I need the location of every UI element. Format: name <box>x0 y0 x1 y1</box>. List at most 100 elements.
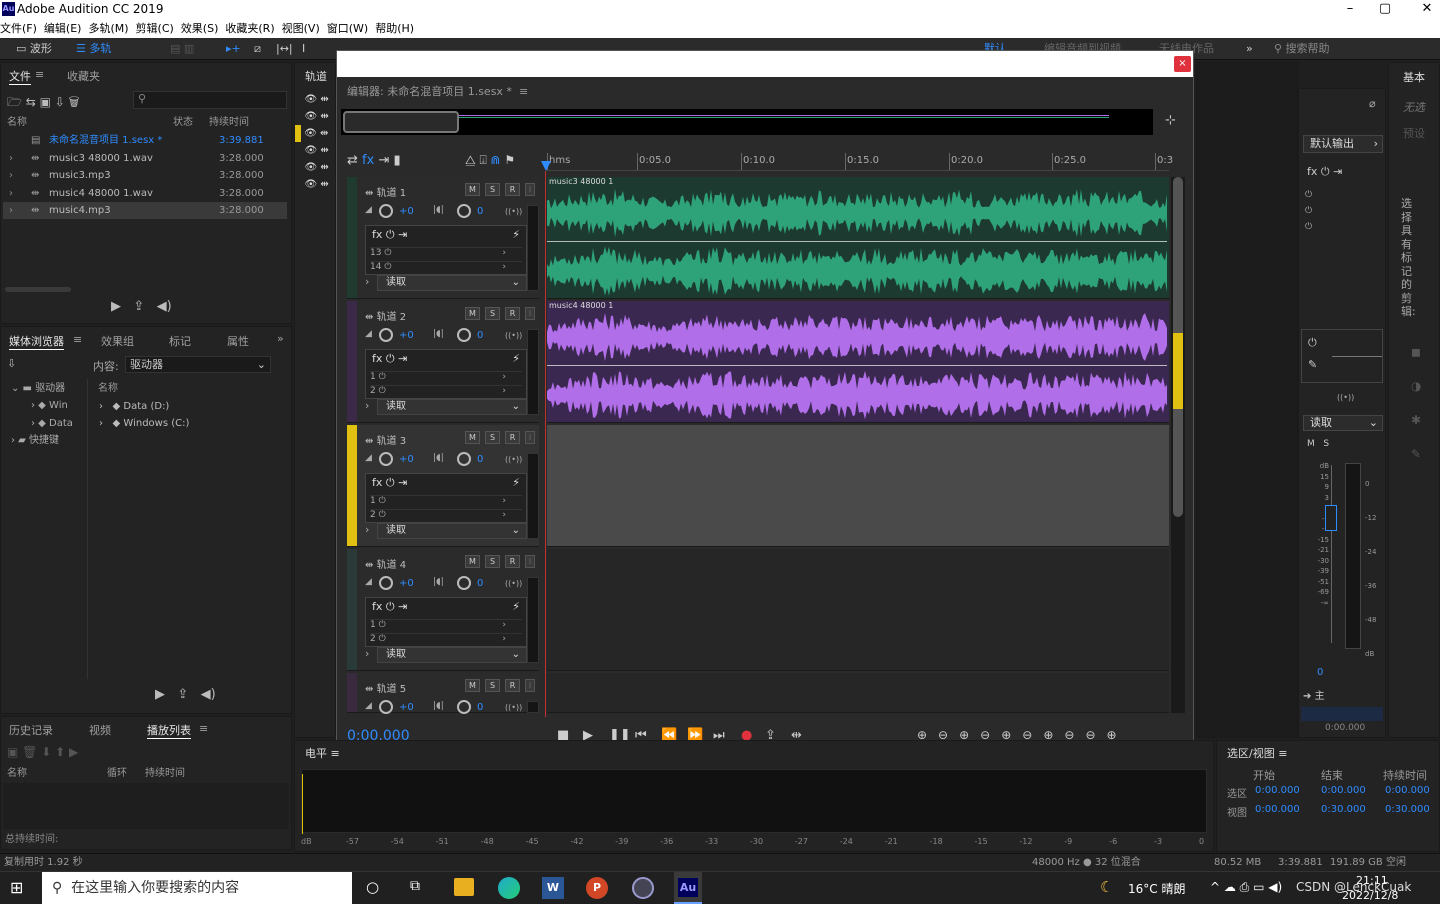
spectral-icon[interactable]: ▤ ▥ <box>166 40 198 58</box>
file-row[interactable]: › ⇹ music3 48000 1.wav 3:28.000 <box>3 150 287 167</box>
tab-favorites[interactable]: 收藏夹 <box>67 68 100 84</box>
sel-duration[interactable]: 0:00.000 <box>1385 785 1430 796</box>
record-arm-button[interactable]: R <box>505 679 520 692</box>
col-duration[interactable]: 持续时间 <box>209 114 249 131</box>
side-icons[interactable]: ◼ ◑ ✱ ✎ <box>1411 335 1421 471</box>
chevron-right-icon[interactable]: › <box>365 275 369 288</box>
col-name[interactable]: 名称 <box>98 380 118 397</box>
divider[interactable] <box>87 379 93 679</box>
track-lane[interactable]: music4 48000 1 <box>547 301 1169 423</box>
pan-knob[interactable] <box>457 328 471 342</box>
waveform[interactable] <box>547 311 1167 363</box>
mute-button[interactable]: M <box>465 307 480 320</box>
mute-button[interactable]: M <box>465 679 480 692</box>
sel-start[interactable]: 0:00.000 <box>1255 785 1300 796</box>
playback-controls[interactable]: ▶ ⇪ ◀) <box>111 299 172 314</box>
track-vis-4[interactable]: 👁 ⇹ <box>295 142 335 159</box>
app-icon[interactable] <box>632 877 654 899</box>
volume-knob[interactable] <box>379 700 393 714</box>
volume-value[interactable]: +0 <box>399 578 414 589</box>
track-lane[interactable] <box>547 673 1169 713</box>
track-header[interactable]: ⇹ 轨道 5 M S R I ◢ +0 |◖| 0 ((•)) <box>347 673 539 714</box>
track-header[interactable]: ⇹ 轨道 4 M S R I ◢ +0 |◖| 0 ((•)) fx ⏻ ⇥ ⚡… <box>347 549 539 671</box>
automation-mode-select[interactable]: 读取 ⌄ <box>1303 415 1383 431</box>
clock-time[interactable]: 21:11 <box>1356 874 1388 887</box>
tab-media-browser[interactable]: 媒体浏览器 <box>9 333 64 350</box>
drive-c[interactable]: › ◆ Windows (C:) <box>99 415 189 432</box>
track-visibility-list[interactable]: 👁 ⇹ 👁 ⇹ 👁 ⇹ 👁 ⇹ 👁 ⇹ 👁 ⇹ <box>295 91 335 193</box>
lightning-icon[interactable]: ⚡ <box>512 352 520 365</box>
master-bus[interactable]: ➔ 主 <box>1303 687 1383 703</box>
waveform[interactable] <box>547 187 1167 239</box>
fx-slot[interactable]: 1 ⏻ › <box>370 619 522 633</box>
input-monitor-button[interactable]: I <box>525 307 535 320</box>
view-start[interactable]: 0:00.000 <box>1255 804 1300 815</box>
time-selection-icon[interactable]: I <box>298 40 309 58</box>
menu-item[interactable]: 剪辑(C) <box>136 20 174 38</box>
volume-value[interactable]: +0 <box>399 330 414 341</box>
lightning-icon[interactable]: ⚡ <box>512 476 520 489</box>
menu-item[interactable]: 文件(F) <box>0 20 37 38</box>
menu-icon[interactable]: ≡ <box>199 722 208 735</box>
volume-value[interactable]: +0 <box>399 206 414 217</box>
mute-button[interactable]: M <box>465 183 480 196</box>
automation-mode-select[interactable]: 读取 ⌄ <box>377 399 527 415</box>
track-vis-3[interactable]: 👁 ⇹ <box>295 125 335 142</box>
powerpoint-icon[interactable]: P <box>586 877 608 899</box>
file-actions-icons[interactable]: 🗁 ⇆ ▣ ⇩ 🗑 <box>7 93 79 114</box>
editor-header-icons[interactable]: ⇄ fx ⇥ ▮ <box>347 153 401 168</box>
menu-icon[interactable]: ≡ <box>35 68 44 81</box>
pan-knob[interactable] <box>457 576 471 590</box>
track-vis-2[interactable]: 👁 ⇹ <box>295 108 335 125</box>
tab-video[interactable]: 视频 <box>89 722 111 738</box>
playback-controls[interactable]: ▶ ⇪ ◀) <box>155 687 216 702</box>
tab-markers[interactable]: 标记 <box>169 333 191 349</box>
pan-knob[interactable] <box>457 700 471 714</box>
track-lane[interactable] <box>547 549 1169 671</box>
menu-item[interactable]: 多轨(M) <box>88 20 128 38</box>
multitrack-view-button[interactable]: ☰ 多轨 <box>72 40 115 58</box>
fx-slot[interactable]: 2 ⏻ › <box>370 509 522 521</box>
pan-value[interactable]: 0 <box>477 702 483 713</box>
input-monitor-button[interactable]: I <box>525 679 535 692</box>
fx-slot[interactable]: 2 ⏻ › <box>370 385 522 397</box>
track-header[interactable]: ⇹ 轨道 2 M S R I ◢ +0 |◖| 0 ((•)) fx ⏻ ⇥ ⚡… <box>347 301 539 423</box>
close-button[interactable]: ✕ <box>1405 0 1440 20</box>
record-arm-button[interactable]: R <box>505 431 520 444</box>
solo-button[interactable]: S <box>485 183 500 196</box>
windows-start-icon[interactable]: ⊞ <box>10 878 23 897</box>
drive-d[interactable]: › ◆ Data (D:) <box>99 398 169 415</box>
expand-icon[interactable]: › <box>9 185 13 202</box>
expand-icon[interactable]: › <box>9 167 13 184</box>
fx-power-icon[interactable]: fx ⏻ ⇥ <box>1307 165 1342 179</box>
fx-icon[interactable]: fx ⏻ ⇥ <box>372 228 407 242</box>
tree-win[interactable]: › ◆ Win <box>31 397 68 414</box>
mute-button[interactable]: M <box>1307 439 1315 449</box>
volume-knob[interactable] <box>379 328 393 342</box>
expand-icon[interactable]: › <box>9 150 13 167</box>
overview-bar[interactable] <box>341 109 1153 135</box>
automation-mode-select[interactable]: 读取 ⌄ <box>377 523 527 539</box>
mute-button[interactable]: M <box>465 555 480 568</box>
pan-knob[interactable] <box>457 204 471 218</box>
col-status[interactable]: 状态 <box>173 114 193 131</box>
send-level[interactable] <box>1332 356 1382 357</box>
volume-value[interactable]: +0 <box>399 702 414 713</box>
view-end[interactable]: 0:30.000 <box>1321 804 1366 815</box>
pan-value[interactable]: 0 <box>477 454 483 465</box>
menu-item[interactable]: 窗口(W) <box>327 20 368 38</box>
track-vis-1[interactable]: 👁 ⇹ <box>295 91 335 108</box>
waveform-top[interactable] <box>547 187 1167 242</box>
chevron-right-icon[interactable]: › <box>365 523 369 536</box>
chevron-right-icon[interactable]: › <box>365 399 369 412</box>
track-lane[interactable]: music3 48000 1 <box>547 177 1169 299</box>
audition-taskbar-item[interactable]: Au <box>674 872 702 904</box>
track-vis-6[interactable]: 👁 ⇹ <box>295 176 335 193</box>
clock-date[interactable]: 2022/12/8 <box>1342 889 1398 902</box>
track-header[interactable]: ⇹ 轨道 1 M S R I ◢ +0 |◖| 0 ((•)) fx ⏻ ⇥ ⚡… <box>347 177 539 299</box>
edge-icon[interactable] <box>498 877 520 899</box>
mute-button[interactable]: M <box>465 431 480 444</box>
snap-icons[interactable]: ⧋ ⍗ ⋒ ⚑ <box>465 153 515 168</box>
menu-item[interactable]: 帮助(H) <box>375 20 414 38</box>
file-row[interactable]: › ⇹ music4.mp3 3:28.000 <box>3 202 287 219</box>
